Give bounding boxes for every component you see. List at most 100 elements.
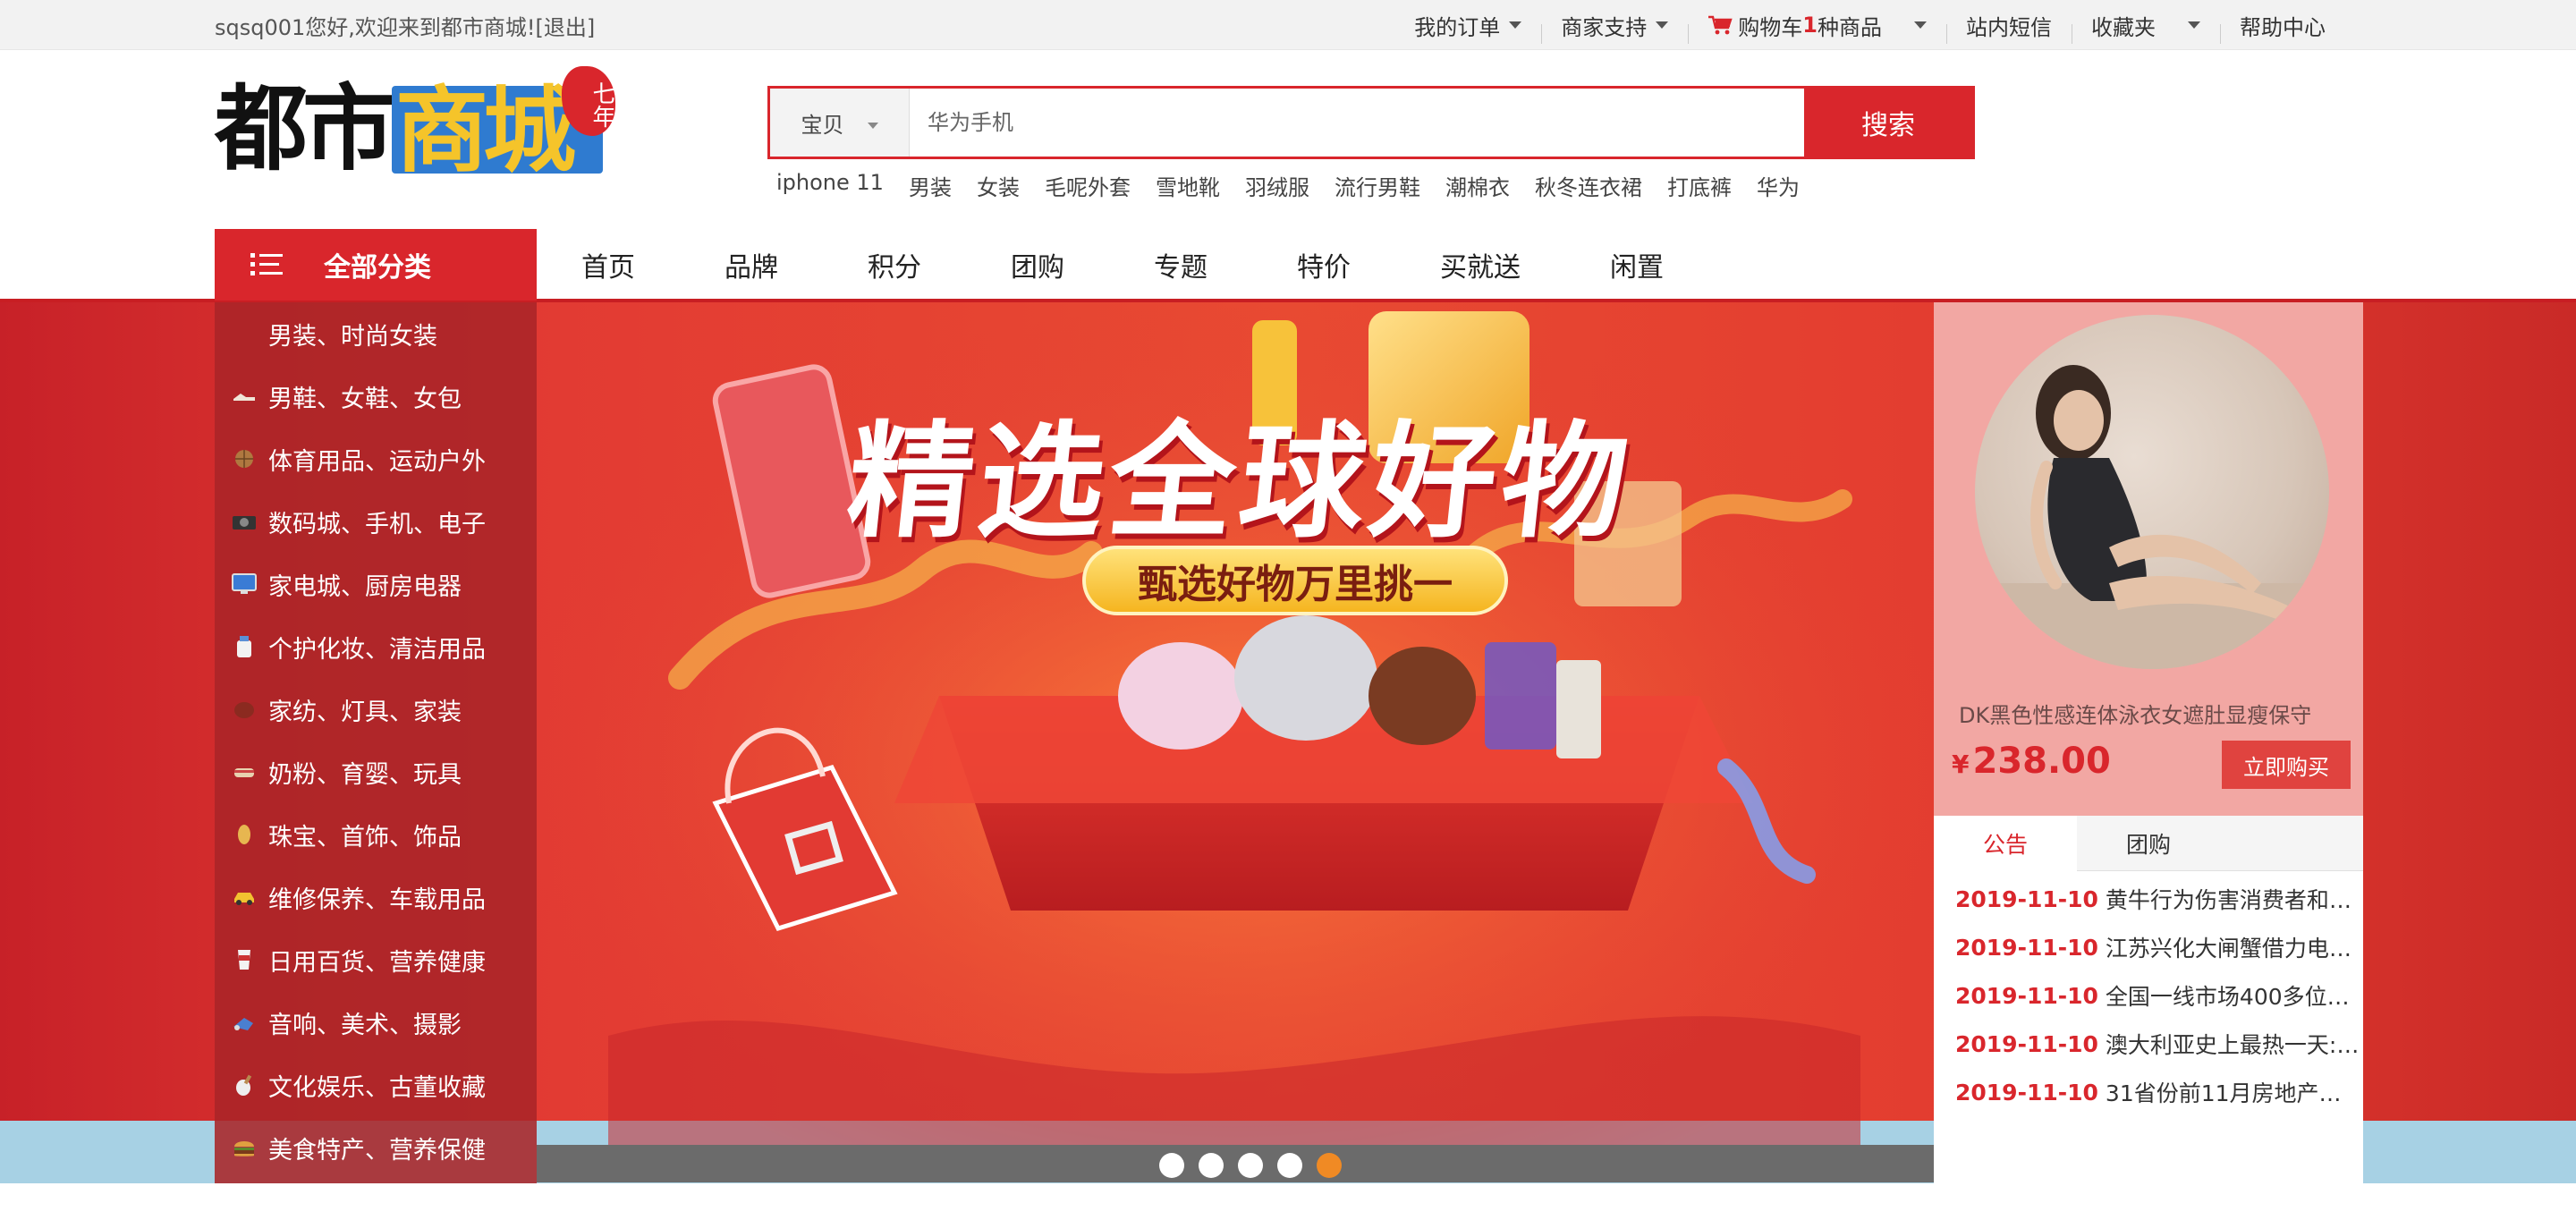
- category-item[interactable]: 音响、美术、摄影: [215, 991, 537, 1054]
- notice-title: 江苏兴化大闸蟹借力电商抢…: [2105, 936, 2363, 962]
- nav-item-deals[interactable]: 特价: [1252, 245, 1395, 284]
- notice-title: 全国一线市场400多位老板…: [2105, 984, 2363, 1010]
- search-input[interactable]: [910, 89, 1804, 157]
- category-label: 男装、时尚女装: [268, 322, 437, 351]
- category-item[interactable]: 日用百货、营养健康: [215, 928, 537, 991]
- category-item[interactable]: 文化娱乐、古董收藏: [215, 1054, 537, 1116]
- burger-icon: [229, 1134, 259, 1161]
- nav-item-group-buy[interactable]: 团购: [966, 245, 1109, 284]
- product-image[interactable]: [1975, 315, 2329, 669]
- nav-item-second-hand[interactable]: 闲置: [1565, 245, 1708, 284]
- carousel-dot-active[interactable]: [1317, 1153, 1342, 1178]
- notice-title: 黄牛行为伤害消费者和商家…: [2105, 887, 2363, 913]
- notice-item[interactable]: 2019-11-10 澳大利亚史上最热一天:“…: [1934, 1020, 2363, 1068]
- site-logo[interactable]: 都市 商城 七年: [215, 66, 617, 191]
- notice-item[interactable]: 2019-11-10 黄牛行为伤害消费者和商家…: [1934, 875, 2363, 923]
- carousel-dot[interactable]: [1159, 1153, 1184, 1178]
- hotword-link[interactable]: 潮棉衣: [1445, 170, 1510, 201]
- category-label: 奶粉、育婴、玩具: [268, 760, 462, 789]
- category-item[interactable]: 维修保养、车载用品: [215, 866, 537, 928]
- notice-list: 2019-11-10 黄牛行为伤害消费者和商家… 2019-11-10 江苏兴化大闸…: [1934, 875, 2363, 1116]
- notice-date: 2019-11-10: [1955, 885, 2098, 912]
- help-center-link[interactable]: 帮助中心: [2220, 10, 2345, 44]
- search-category-label: 宝贝: [801, 112, 844, 138]
- category-label: 家纺、灯具、家装: [268, 698, 462, 726]
- category-label: 数码城、手机、电子: [268, 510, 486, 538]
- banner-subtitle: 甄选好物万里挑一: [1082, 546, 1508, 615]
- clothing-icon: [229, 320, 259, 347]
- product-name[interactable]: DK黑色性感连体泳衣女遮肚显瘦保守: [1959, 698, 2311, 729]
- hotword-link[interactable]: 华为: [1757, 170, 1800, 201]
- hotword-link[interactable]: 羽绒服: [1245, 170, 1309, 201]
- carousel-dot[interactable]: [1199, 1153, 1224, 1178]
- banner-slide[interactable]: 精选全球好物 甄选好物万里挑一: [537, 302, 1934, 1145]
- jewelry-icon: [229, 821, 259, 848]
- hotword-link[interactable]: 打底裤: [1667, 170, 1732, 201]
- nav-item-home[interactable]: 首页: [537, 245, 680, 284]
- carousel-dot[interactable]: [1277, 1153, 1302, 1178]
- cart-icon: [1708, 15, 1733, 35]
- my-orders-menu[interactable]: 我的订单: [1394, 10, 1541, 41]
- category-item[interactable]: 美食特产、营养保健: [215, 1116, 537, 1179]
- welcome-message: sqsq001您好,欢迎来到都市商城![退出]: [215, 10, 595, 41]
- category-label: 珠宝、首饰、饰品: [268, 823, 462, 851]
- cart-suffix: 种商品: [1818, 14, 1882, 40]
- hotword-link[interactable]: 男装: [909, 170, 952, 201]
- tab-announcements[interactable]: 公告: [1934, 816, 2077, 871]
- tab-group-buy[interactable]: 团购: [2077, 816, 2220, 871]
- buy-now-button[interactable]: 立即购买: [2222, 741, 2351, 789]
- category-item[interactable]: 个护化妆、清洁用品: [215, 615, 537, 678]
- category-item[interactable]: 珠宝、首饰、饰品: [215, 803, 537, 866]
- messages-label: 站内短信: [1966, 14, 2052, 40]
- logo-text-primary: 都市: [215, 73, 395, 183]
- shoe-icon: [229, 383, 259, 410]
- search-button[interactable]: 搜索: [1804, 89, 1972, 157]
- hotword-link[interactable]: iphone 11: [776, 170, 884, 201]
- help-center-label: 帮助中心: [2240, 14, 2326, 40]
- category-item[interactable]: 家纺、灯具、家装: [215, 678, 537, 741]
- category-label: 家电城、厨房电器: [268, 572, 462, 601]
- cosmetics-icon: [229, 633, 259, 660]
- cart-menu[interactable]: 购物车 1 种商品: [1688, 10, 1946, 44]
- notice-item[interactable]: 2019-11-10 全国一线市场400多位老板…: [1934, 971, 2363, 1020]
- car-icon: [229, 884, 259, 911]
- messages-link[interactable]: 站内短信: [1946, 10, 2072, 44]
- category-label: 男鞋、女鞋、女包: [268, 385, 462, 413]
- nav-item-points[interactable]: 积分: [823, 245, 966, 284]
- currency-symbol: ¥: [1952, 750, 1970, 779]
- carousel-dot[interactable]: [1238, 1153, 1263, 1178]
- hotword-link[interactable]: 女装: [977, 170, 1020, 201]
- all-categories-button[interactable]: 全部分类: [215, 229, 537, 301]
- merchant-support-menu[interactable]: 商家支持: [1541, 10, 1688, 44]
- category-item[interactable]: 男装、时尚女装: [215, 302, 537, 365]
- main-nav: 首页 品牌 积分 团购 专题 特价 买就送 闲置: [537, 229, 1708, 301]
- hotword-link[interactable]: 雪地靴: [1156, 170, 1220, 201]
- hotword-link[interactable]: 秋冬连衣裙: [1535, 170, 1642, 201]
- logo-text-secondary: 商城: [395, 75, 576, 185]
- search-bar: 宝贝 搜索: [767, 86, 1975, 159]
- hotword-link[interactable]: 毛呢外套: [1045, 170, 1131, 201]
- nav-item-topics[interactable]: 专题: [1109, 245, 1252, 284]
- category-item[interactable]: 家电城、厨房电器: [215, 553, 537, 615]
- hotword-link[interactable]: 流行男鞋: [1335, 170, 1420, 201]
- category-item[interactable]: 男鞋、女鞋、女包: [215, 365, 537, 428]
- all-categories-label: 全部分类: [324, 252, 431, 284]
- nav-item-brands[interactable]: 品牌: [680, 245, 823, 284]
- nav-item-buy-get[interactable]: 买就送: [1395, 245, 1565, 284]
- featured-product-card[interactable]: DK黑色性感连体泳衣女遮肚显瘦保守 ¥238.00 立即购买: [1934, 302, 2363, 816]
- vase-icon: [229, 1072, 259, 1098]
- merchant-support-label: 商家支持: [1561, 14, 1648, 40]
- logout-link[interactable]: [退出]: [536, 15, 596, 40]
- category-item[interactable]: 数码城、手机、电子: [215, 490, 537, 553]
- search-category-select[interactable]: 宝贝: [770, 89, 910, 157]
- notice-item[interactable]: 2019-11-10 31省份前11月房地产开发投…: [1934, 1068, 2363, 1116]
- music-icon: [229, 1009, 259, 1036]
- hot-search-words: iphone 11 男装 女装 毛呢外套 雪地靴 羽绒服 流行男鞋 潮棉衣 秋冬…: [776, 170, 1825, 201]
- category-item[interactable]: 体育用品、运动户外: [215, 428, 537, 490]
- category-item[interactable]: 奶粉、育婴、玩具: [215, 741, 537, 803]
- notice-item[interactable]: 2019-11-10 江苏兴化大闸蟹借力电商抢…: [1934, 923, 2363, 971]
- category-label: 维修保养、车载用品: [268, 885, 486, 914]
- notice-date: 2019-11-10: [1955, 982, 2098, 1009]
- favorites-menu[interactable]: 收藏夹: [2072, 10, 2220, 44]
- chevron-down-icon: [1656, 21, 1669, 29]
